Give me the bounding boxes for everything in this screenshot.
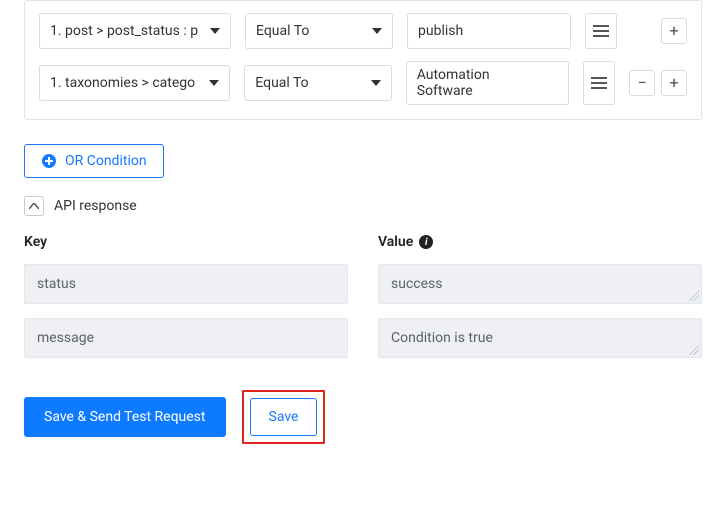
column-header-value-text: Value	[378, 234, 413, 250]
api-value-text: Condition is true	[391, 330, 493, 346]
chevron-down-icon	[210, 28, 220, 34]
condition-value-text: Automation	[417, 67, 490, 83]
condition-field-select[interactable]: 1. post > post_status : p	[39, 13, 231, 49]
condition-value-input[interactable]: Automation Software	[406, 61, 569, 105]
condition-field-select[interactable]: 1. taxonomies > catego	[39, 65, 230, 101]
or-condition-button[interactable]: OR Condition	[24, 144, 164, 178]
resize-grip-icon[interactable]	[689, 345, 699, 355]
save-button-highlight: Save	[242, 390, 326, 444]
condition-value-text: publish	[418, 23, 463, 39]
api-value-text: success	[391, 276, 442, 292]
add-condition-button[interactable]: +	[661, 18, 687, 44]
footer-actions: Save & Send Test Request Save	[24, 390, 702, 444]
condition-operator-text: Equal To	[256, 23, 309, 39]
conditions-card: 1. post > post_status : p Equal To publi…	[24, 0, 702, 120]
drag-handle-icon[interactable]	[583, 61, 615, 105]
resize-grip-icon[interactable]	[689, 291, 699, 301]
condition-row: 1. post > post_status : p Equal To publi…	[39, 13, 687, 49]
minus-icon: −	[637, 75, 646, 91]
plus-icon: +	[669, 75, 678, 91]
or-condition-label: OR Condition	[65, 153, 147, 169]
condition-row: 1. taxonomies > catego Equal To Automati…	[39, 61, 687, 105]
chevron-down-icon	[372, 28, 382, 34]
api-key-text: message	[37, 330, 94, 346]
column-header-value: Value i	[378, 234, 702, 250]
condition-operator-text: Equal To	[255, 75, 308, 91]
chevron-down-icon	[371, 80, 381, 86]
condition-value-text: Software	[417, 83, 473, 99]
save-send-test-button[interactable]: Save & Send Test Request	[24, 397, 226, 437]
api-response-label: API response	[54, 198, 137, 214]
condition-field-text: 1. post > post_status : p	[50, 23, 198, 39]
remove-condition-button[interactable]: −	[629, 70, 655, 96]
chevron-down-icon	[209, 80, 219, 86]
info-icon[interactable]: i	[419, 235, 433, 249]
condition-operator-select[interactable]: Equal To	[245, 13, 393, 49]
condition-field-text: 1. taxonomies > catego	[50, 75, 195, 91]
api-key-input[interactable]: message	[24, 318, 348, 358]
api-value-input[interactable]: success	[378, 264, 702, 304]
api-response-grid: Key Value i status success message Condi…	[24, 234, 702, 358]
condition-row-buttons: +	[661, 18, 687, 44]
api-value-input[interactable]: Condition is true	[378, 318, 702, 358]
api-key-input[interactable]: status	[24, 264, 348, 304]
api-response-toggle[interactable]: API response	[24, 196, 702, 216]
plus-icon: +	[669, 23, 678, 39]
drag-handle-icon[interactable]	[585, 13, 617, 49]
api-key-text: status	[37, 276, 76, 292]
chevron-up-icon	[24, 196, 44, 216]
add-condition-button[interactable]: +	[661, 70, 687, 96]
column-header-key-text: Key	[24, 234, 47, 250]
save-button[interactable]: Save	[250, 398, 318, 436]
condition-row-buttons: − +	[629, 70, 687, 96]
condition-operator-select[interactable]: Equal To	[244, 65, 391, 101]
condition-value-input[interactable]: publish	[407, 13, 571, 49]
column-header-key: Key	[24, 234, 348, 250]
plus-circle-icon	[41, 153, 57, 169]
